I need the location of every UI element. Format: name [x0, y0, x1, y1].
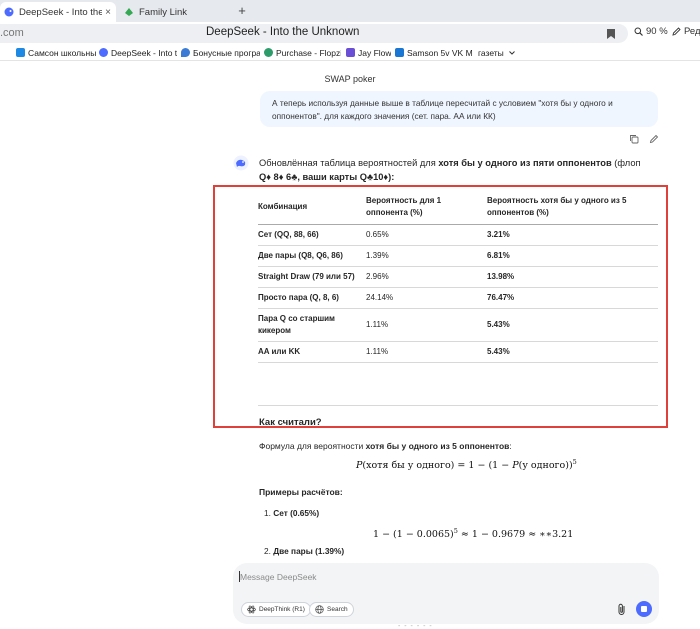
list-label: Сет (0.65%): [273, 508, 320, 518]
formula-intro-bold: хотя бы у одного из 5 оппонентов: [365, 441, 510, 451]
bookmark-item[interactable]: Самсон школьны: [16, 46, 96, 59]
formula-intro: Формула для вероятности хотя бы у одного…: [259, 441, 512, 451]
edit-icon[interactable]: [649, 134, 659, 144]
deepthink-label: DeepThink (R1): [259, 606, 305, 613]
user-message-line: оппонентов". для каждого значения (сет. …: [272, 111, 496, 121]
bookmark-label: Самсон школьны: [28, 47, 96, 58]
chat-title: SWAP poker: [324, 74, 376, 84]
answer-intro-bold: хотя бы у одного из пяти оппонентов: [438, 158, 612, 168]
formula-intro-text: Формула для вероятности: [259, 441, 366, 451]
bookmark-item[interactable]: Бонусные програ: [181, 46, 260, 59]
paperclip-icon[interactable]: [617, 603, 627, 616]
bookmark-favicon-icon: [99, 48, 108, 57]
tab-title: Family Link: [139, 6, 188, 18]
zoom-indicator[interactable]: 90 %: [634, 26, 668, 37]
bookmark-item[interactable]: Jay Flow: [346, 46, 391, 59]
list-item: 2. Две пары (1.39%): [264, 546, 344, 556]
formula-part: = 1 − (1 −: [454, 460, 513, 471]
formula-exponent: 5: [572, 458, 577, 466]
message-actions: [629, 134, 659, 144]
tab-title: DeepSeek - Into the Unknown: [19, 6, 102, 18]
pencil-icon: [672, 27, 681, 36]
bookmark-favicon-icon: [16, 48, 25, 57]
answer-intro: Обновлённая таблица вероятностей для хот…: [259, 156, 700, 184]
bookmarks-bar: Самсон школьны DeepSeek - Into th Бонусн…: [0, 44, 700, 61]
answer-intro-text: (флоп: [611, 158, 641, 168]
edit-label: Реда: [684, 26, 700, 37]
tab-family-link[interactable]: Family Link: [120, 2, 230, 22]
bookmark-favicon-icon: [395, 48, 404, 57]
example-formula: 1 − (1 − 0.0065)5 ≈ 1 − 0.9679 ≈ ∗∗3.21: [373, 527, 573, 540]
message-input[interactable]: [240, 570, 600, 584]
formula-part: (хотя бы у одного): [362, 460, 455, 471]
formula-part: ≈ 1 − 0.9679 ≈ ∗∗3.21: [457, 529, 574, 540]
user-message-line: А теперь используя данные выше в таблице…: [272, 98, 613, 108]
highlight-annotation-box: [213, 185, 668, 428]
bookmark-label: газеты: [478, 47, 504, 58]
examples-heading: Примеры расчётов:: [259, 487, 343, 497]
bookmark-item[interactable]: Samson 5v VK Me: [395, 46, 473, 59]
search-button[interactable]: Search: [309, 602, 354, 617]
bookmark-favicon-icon: [181, 48, 190, 57]
bookmark-label: Jay Flow: [358, 47, 391, 58]
bookmark-label: Purchase - Flopzil: [276, 47, 341, 58]
list-label: Две пары (1.39%): [273, 546, 345, 556]
list-item: 1. Сет (0.65%): [264, 508, 319, 518]
how-calculated-heading: Как считали?: [259, 417, 322, 428]
bookmark-folder[interactable]: газеты: [478, 46, 518, 59]
omnibox-page-title: DeepSeek - Into the Unknown: [206, 26, 360, 38]
new-tab-button[interactable]: +: [234, 3, 250, 19]
search-label: Search: [327, 606, 348, 613]
user-message: А теперь используя данные выше в таблице…: [260, 91, 658, 127]
tab-strip: DeepSeek - Into the Unknown × Family Lin…: [0, 0, 700, 22]
atom-icon: [247, 605, 256, 614]
family-link-icon: [125, 8, 133, 16]
bookmark-label: DeepSeek - Into th: [111, 47, 177, 58]
tab-deepseek[interactable]: DeepSeek - Into the Unknown ×: [0, 2, 116, 22]
bookmark-icon[interactable]: [606, 28, 616, 40]
edit-button[interactable]: Реда: [672, 26, 700, 37]
stop-icon: [641, 606, 647, 612]
address-bar: .com DeepSeek - Into the Unknown 90 % Ре…: [0, 22, 700, 44]
bookmark-favicon-icon: [346, 48, 355, 57]
omnibox-domain: .com: [0, 27, 24, 39]
omnibox[interactable]: .com DeepSeek - Into the Unknown: [0, 24, 628, 43]
formula-part: 1 − (1 − 0.0065): [373, 529, 454, 540]
list-number: 1.: [264, 508, 271, 518]
deepthink-button[interactable]: DeepThink (R1): [241, 602, 311, 617]
zoom-level: 90 %: [646, 26, 668, 37]
probability-formula: P(хотя бы у одного) = 1 − (1 − P(у одног…: [356, 458, 577, 471]
formula-intro-text: :: [509, 441, 512, 451]
formula-part: (у одного)): [518, 460, 573, 471]
deepseek-avatar-icon: [233, 155, 249, 171]
close-icon[interactable]: ×: [102, 7, 114, 18]
send-button[interactable]: [636, 601, 652, 617]
bookmark-favicon-icon: [264, 48, 273, 57]
bookmark-item[interactable]: DeepSeek - Into th: [99, 46, 177, 59]
bookmark-label: Samson 5v VK Me: [407, 47, 473, 58]
copy-icon[interactable]: [629, 134, 639, 144]
chevron-down-icon: [508, 50, 515, 55]
deepseek-favicon-icon: [4, 7, 14, 17]
globe-icon: [315, 605, 324, 614]
list-number: 2.: [264, 546, 271, 556]
bookmark-item[interactable]: Purchase - Flopzil: [264, 46, 341, 59]
footer-text: - - - - - -: [398, 623, 433, 629]
bookmark-label: Бонусные програ: [193, 47, 260, 58]
answer-intro-line2: Q♦ 8♦ 6♣, ваши карты Q♣10♦):: [259, 172, 395, 182]
zoom-icon: [634, 27, 643, 36]
answer-intro-text: Обновлённая таблица вероятностей для: [259, 158, 439, 168]
